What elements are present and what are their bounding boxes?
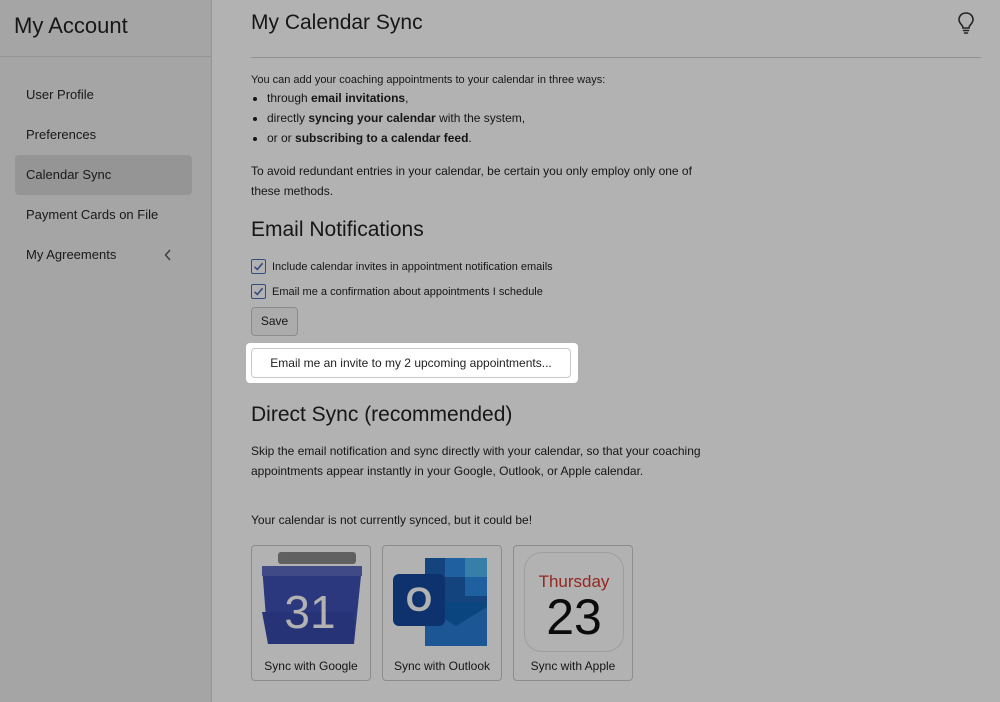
sidebar-item-label: Preferences [26,127,97,142]
sync-status: Your calendar is not currently synced, b… [251,513,533,527]
include-invites-option: Include calendar invites in appointment … [251,259,553,274]
sidebar-item-user-profile[interactable]: User Profile [15,75,192,115]
app-window: My Account User Profile Preferences Cale… [0,0,1000,702]
sidebar-item-label: Calendar Sync [26,167,112,182]
confirmation-option: Email me a confirmation about appointmen… [251,284,543,299]
include-invites-label: Include calendar invites in appointment … [272,260,553,273]
list-item: or or subscribing to a calendar feed. [267,128,711,148]
direct-sync-description: Skip the email notification and sync dir… [251,444,701,478]
list-item: directly syncing your calendar with the … [267,108,711,128]
intro-section: You can add your coaching appointments t… [251,72,711,201]
card-label: Sync with Apple [530,659,616,673]
list-item: through email invitations, [267,88,711,108]
apple-calendar-icon: Thursday 23 [524,552,624,652]
save-button[interactable]: Save [251,307,298,336]
sidebar-item-my-agreements[interactable]: My Agreements [15,235,192,275]
sync-options: 31 Sync with Google O Sync with Outlook … [251,545,644,681]
outlook-icon: O [393,552,493,652]
include-invites-checkbox[interactable] [251,259,266,274]
confirmation-label: Email me a confirmation about appointmen… [272,285,543,298]
sidebar-item-calendar-sync[interactable]: Calendar Sync [15,155,192,195]
email-notifications-heading: Email Notifications [251,218,424,241]
sidebar-nav: User Profile Preferences Calendar Sync P… [0,57,211,275]
direct-sync-heading: Direct Sync (recommended) [251,403,513,426]
sidebar-item-label: My Agreements [26,247,117,262]
methods-list: through email invitations, directly sync… [251,88,711,148]
sync-apple-card[interactable]: Thursday 23 Sync with Apple [513,545,633,681]
intro-lead: You can add your coaching appointments t… [251,74,606,86]
confirmation-checkbox[interactable] [251,284,266,299]
page-title: My Calendar Sync [251,11,423,34]
main-content: My Calendar Sync You can add your coachi… [212,0,1000,702]
outlook-letter: O [406,581,432,619]
chevron-left-icon[interactable] [164,235,172,275]
google-calendar-icon: 31 [262,552,362,652]
redundancy-note: To avoid redundant entries in your calen… [251,164,692,198]
sidebar-item-preferences[interactable]: Preferences [15,115,192,155]
lightbulb-icon[interactable] [955,11,977,35]
sidebar-title: My Account [0,0,211,57]
google-calendar-day: 31 [284,586,335,638]
email-invite-button[interactable]: Email me an invite to my 2 upcoming appo… [251,348,571,378]
title-divider [251,57,981,58]
sidebar-item-label: User Profile [26,87,94,102]
sidebar: My Account User Profile Preferences Cale… [0,0,212,702]
sidebar-item-payment-cards[interactable]: Payment Cards on File [15,195,192,235]
sync-outlook-card[interactable]: O Sync with Outlook [382,545,502,681]
card-label: Sync with Outlook [393,659,491,673]
sync-google-card[interactable]: 31 Sync with Google [251,545,371,681]
apple-calendar-date: 23 [546,589,602,645]
sidebar-item-label: Payment Cards on File [26,207,159,222]
card-label: Sync with Google [264,659,358,673]
